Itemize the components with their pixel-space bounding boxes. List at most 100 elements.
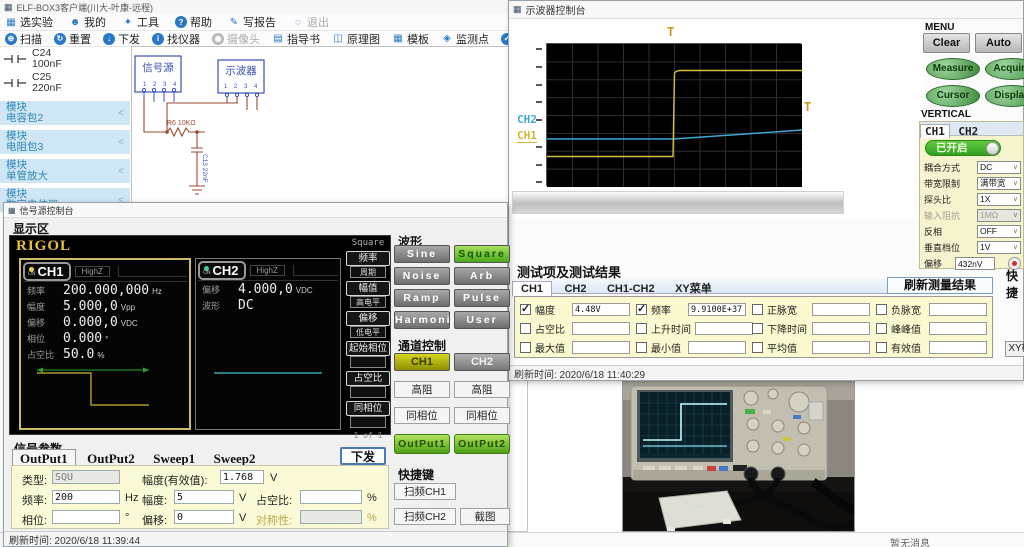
menu-item[interactable]: ▦ 选实验 (5, 14, 53, 30)
measurement-value-input[interactable] (812, 322, 870, 335)
waveform-button[interactable]: Ramp (394, 289, 450, 307)
measurement-checkbox[interactable] (876, 323, 887, 334)
softkey-sub[interactable] (350, 386, 386, 398)
measurement-checkbox[interactable] (636, 304, 647, 315)
measurement-checkbox[interactable] (636, 342, 647, 353)
setting-dropdown[interactable]: DC ∨ (977, 161, 1021, 174)
waveform-button[interactable]: Harmonic (394, 311, 450, 329)
waveform-button[interactable]: Arb (454, 267, 510, 285)
menu-item[interactable]: ◌ 退出 (292, 14, 329, 30)
measurement-checkbox[interactable] (520, 323, 531, 334)
toolbar-button[interactable]: ◫ 原理图 (332, 31, 380, 47)
scope-horizontal-scrollbar[interactable] (512, 191, 844, 214)
measurement-checkbox[interactable] (520, 304, 531, 315)
measurement-checkbox[interactable] (752, 342, 763, 353)
acquire-button[interactable]: Acquire (985, 58, 1024, 80)
measurement-value-input[interactable] (929, 322, 987, 335)
snapshot-button[interactable]: 截图 (460, 508, 510, 525)
field-offset-input[interactable]: 0 (174, 510, 234, 524)
offset-input[interactable]: 432nV (955, 257, 995, 270)
channel-ch1-button[interactable]: CH1 (394, 353, 450, 371)
ch1-sync-phase-button[interactable]: 同相位 (394, 407, 450, 424)
menu-item[interactable]: ✎ 写报告 (228, 14, 276, 30)
sidebar-module-item[interactable]: 模块单管放大 < (0, 159, 130, 183)
auto-button[interactable]: Auto (975, 33, 1022, 53)
field-amp-input[interactable]: 5 (174, 490, 234, 504)
menu-item[interactable]: ? 帮助 (175, 14, 212, 30)
measurement-value-input[interactable] (572, 341, 630, 354)
measurement-value-input[interactable] (812, 303, 870, 316)
clear-button[interactable]: Clear (923, 33, 970, 53)
softkey-sub[interactable]: 周期 (350, 266, 386, 278)
sidebar-module-item[interactable]: 模块电阻包3 < (0, 130, 130, 154)
toolbar-button[interactable]: ◈ 监测点 (441, 31, 489, 47)
display-button[interactable]: Display (985, 85, 1024, 107)
trigger-level-marker[interactable]: T (804, 100, 811, 114)
softkey-main[interactable]: 频率 (346, 251, 390, 266)
toolbar-button[interactable]: ◉ 摄像头 (212, 31, 260, 47)
toolbar-button[interactable]: ↻ 重置 (54, 31, 91, 47)
toolbar-button[interactable]: ↓ 下发 (103, 31, 140, 47)
setting-dropdown[interactable]: 满带宽 ∨ (977, 177, 1021, 190)
ch2-hiz-button[interactable]: 高阻 (454, 381, 510, 398)
measurement-value-input[interactable]: 4.48V (572, 303, 630, 316)
sweep-ch1-button[interactable]: 扫频CH1 (394, 483, 456, 500)
measurement-checkbox[interactable] (636, 323, 647, 334)
waveform-button[interactable]: Square (454, 245, 510, 263)
setting-dropdown[interactable]: OFF ∨ (977, 225, 1021, 238)
field-phase-input[interactable] (52, 510, 120, 524)
toolbar-button[interactable]: ▦ 模板 (392, 31, 429, 47)
scope-title-bar[interactable]: ▦ 示波器控制台 (509, 1, 1023, 19)
measurement-value-input[interactable] (572, 322, 630, 335)
field-rms-input[interactable]: 1.768 (220, 470, 264, 484)
refresh-results-button[interactable]: 刷新测量结果 (887, 277, 993, 294)
waveform-button[interactable]: User (454, 311, 510, 329)
softkey-main[interactable]: 同相位 (346, 401, 390, 416)
tab-results-ch1[interactable]: CH1 (512, 281, 552, 297)
waveform-button[interactable]: Noise (394, 267, 450, 285)
measurement-value-input[interactable] (688, 341, 746, 354)
softkey-main[interactable]: 偏移 (346, 311, 390, 326)
sweep-ch2-button[interactable]: 扫频CH2 (394, 508, 456, 525)
sig-title-bar[interactable]: ▦ 信号源控制台 (4, 203, 507, 218)
waveform-button[interactable]: Pulse (454, 289, 510, 307)
tab-vertical-ch2[interactable]: CH2 (954, 125, 982, 138)
ch1-hiz-button[interactable]: 高阻 (394, 381, 450, 398)
setting-dropdown[interactable]: 1MΩ ∨ (977, 209, 1021, 222)
setting-dropdown[interactable]: 1V ∨ (977, 241, 1021, 254)
measurement-checkbox[interactable] (876, 342, 887, 353)
send-params-button[interactable]: 下发 (340, 447, 386, 465)
tab-results-xy[interactable]: XY菜单 (667, 279, 720, 297)
measurement-checkbox[interactable] (752, 323, 763, 334)
ch2-sync-phase-button[interactable]: 同相位 (454, 407, 510, 424)
measurement-value-input[interactable]: 9.9100E+37 (688, 303, 746, 316)
measurement-value-input[interactable] (929, 341, 987, 354)
measurement-checkbox[interactable] (520, 342, 531, 353)
waveform-button[interactable]: Sine (394, 245, 450, 263)
toolbar-button[interactable]: ⊕ 扫描 (5, 31, 42, 47)
ch2-badge[interactable]: ON CH2 (198, 261, 246, 280)
channel-enabled-toggle[interactable]: 已开启 (925, 140, 1001, 156)
sidebar-part-item[interactable]: C24100nF (0, 47, 130, 71)
softkey-main[interactable]: 占空比 (346, 371, 390, 386)
trigger-position-marker[interactable]: T (667, 25, 674, 39)
channel-ch2-button[interactable]: CH2 (454, 353, 510, 371)
field-duty-input[interactable] (300, 490, 362, 504)
tab-results-ch1-ch2[interactable]: CH1-CH2 (599, 282, 663, 296)
setting-dropdown[interactable]: 1X ∨ (977, 193, 1021, 206)
ch1-badge[interactable]: ON CH1 (23, 262, 71, 281)
sidebar-part-item[interactable]: C25220nF (0, 71, 130, 95)
output1-button[interactable]: OutPut1 (394, 434, 450, 454)
measurement-value-input[interactable] (695, 322, 753, 335)
softkey-sub[interactable] (350, 356, 386, 368)
softkey-main[interactable]: 起始相位 (346, 341, 390, 356)
tab-vertical-ch1[interactable]: CH1 (920, 124, 950, 138)
measurement-value-input[interactable] (812, 341, 870, 354)
tab-results-ch2[interactable]: CH2 (556, 282, 594, 296)
toolbar-button[interactable]: i 找仪器 (152, 31, 200, 47)
measurement-checkbox[interactable] (876, 304, 887, 315)
sidebar-module-item[interactable]: 模块电容包2 < (0, 101, 130, 125)
measure-button[interactable]: Measure (926, 58, 980, 80)
measurement-checkbox[interactable] (752, 304, 763, 315)
output2-button[interactable]: OutPut2 (454, 434, 510, 454)
